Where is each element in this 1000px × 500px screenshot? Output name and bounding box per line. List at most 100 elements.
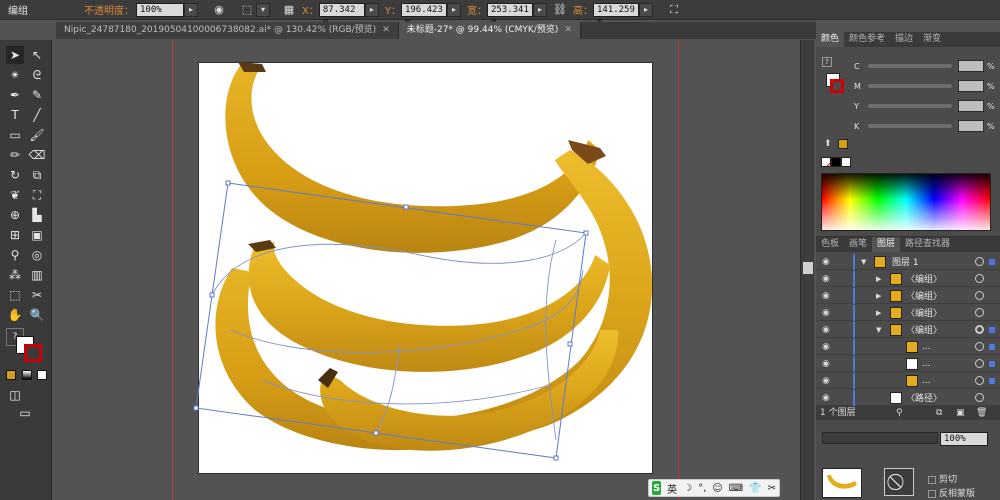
mesh-tool-icon[interactable]: ⊞: [6, 226, 24, 244]
lasso-tool-icon[interactable]: ᘓ: [28, 66, 46, 84]
eraser-tool-icon[interactable]: ⌫: [28, 146, 46, 164]
fill-stroke-swatch[interactable]: [16, 336, 44, 364]
layer-name[interactable]: 〈编组〉: [906, 289, 942, 302]
layer-row[interactable]: ◉ ▶ 〈编组〉: [816, 270, 1000, 287]
invert-mask-checkbox[interactable]: 反相蒙版: [928, 486, 975, 499]
layer-row[interactable]: ◉ ...: [816, 372, 1000, 389]
eye-icon[interactable]: ◉: [822, 342, 830, 352]
target-icon[interactable]: [975, 291, 984, 300]
channel-value-input[interactable]: [958, 60, 984, 72]
y-input[interactable]: 196.423 m: [400, 2, 447, 27]
tab-swatches[interactable]: 色板: [816, 237, 844, 252]
layer-name[interactable]: 〈编组〉: [906, 323, 942, 336]
scrollbar-thumb[interactable]: [803, 262, 813, 274]
ime-logo[interactable]: S: [652, 481, 662, 495]
eye-icon[interactable]: ◉: [822, 274, 830, 284]
layer-row[interactable]: ◉ ...: [816, 338, 1000, 355]
canvas-area[interactable]: [56, 40, 800, 500]
expand-triangle-icon[interactable]: ▼: [861, 258, 866, 266]
tab-gradient[interactable]: 渐变: [918, 32, 946, 47]
layer-name[interactable]: 〈路径〉: [906, 391, 942, 404]
slider-track[interactable]: [868, 64, 952, 68]
anchor-point[interactable]: [403, 204, 409, 210]
color-mode-button[interactable]: [6, 370, 16, 380]
out-of-gamut-icon[interactable]: ⬆: [824, 139, 832, 149]
paintbrush-tool-icon[interactable]: 🖌: [28, 126, 46, 144]
slice-tool-icon[interactable]: ✂: [28, 286, 46, 304]
transparency-opacity-input[interactable]: 100%: [940, 432, 988, 446]
blend-mode-field[interactable]: [822, 432, 938, 444]
eye-icon[interactable]: ◉: [822, 308, 830, 318]
scale-tool-icon[interactable]: ⧉: [28, 166, 46, 184]
new-layer-icon[interactable]: ▣: [956, 406, 965, 420]
eye-icon[interactable]: ◉: [822, 291, 830, 301]
target-icon[interactable]: [975, 274, 984, 283]
layer-row[interactable]: ◉ ▶ 〈编组〉: [816, 287, 1000, 304]
y-stepper-button[interactable]: ▸: [446, 2, 461, 17]
link-proportions-icon[interactable]: ⛓: [551, 2, 569, 18]
color-spectrum[interactable]: [821, 173, 991, 231]
layer-row[interactable]: ◉ ▼ 图层 1: [816, 253, 1000, 270]
mask-button[interactable]: ⃠: [884, 468, 914, 496]
opacity-input[interactable]: 100%: [136, 2, 184, 17]
stroke-swatch[interactable]: [24, 344, 42, 362]
layer-name[interactable]: 〈编组〉: [906, 306, 942, 319]
clip-checkbox[interactable]: 剪切: [928, 472, 957, 485]
zoom-tool-icon[interactable]: 🔍: [28, 306, 46, 324]
channel-value-input[interactable]: [958, 100, 984, 112]
gradient-tool-icon[interactable]: ▣: [28, 226, 46, 244]
x-input[interactable]: 87.342 m: [318, 2, 365, 27]
search-icon[interactable]: ⚲: [896, 406, 903, 420]
anchor-point[interactable]: [209, 292, 215, 298]
target-icon[interactable]: [975, 342, 984, 351]
ime-mode-label[interactable]: 英: [667, 481, 677, 496]
anchor-point[interactable]: [567, 341, 573, 347]
ime-toolbar[interactable]: S 英 ☽ °, ☺ ⌨ 👕 ✂: [648, 479, 780, 497]
selection-indicator[interactable]: [989, 377, 995, 384]
transform-panel-icon[interactable]: ⛶: [665, 2, 683, 18]
target-icon[interactable]: [975, 376, 984, 385]
keyboard-icon[interactable]: ⌨: [729, 483, 743, 494]
type-tool-icon[interactable]: T: [6, 106, 24, 124]
expand-triangle-icon[interactable]: ▶: [876, 309, 881, 317]
hand-tool-icon[interactable]: ✋: [6, 306, 24, 324]
transform-reference-icon[interactable]: ⬚: [238, 2, 256, 18]
line-tool-icon[interactable]: ╱: [28, 106, 46, 124]
gamut-color-swatch[interactable]: [838, 139, 848, 149]
layer-name[interactable]: 图层 1: [892, 255, 919, 268]
target-icon[interactable]: [975, 359, 984, 368]
selection-indicator[interactable]: [989, 360, 995, 367]
layer-row[interactable]: ◉ ...: [816, 355, 1000, 372]
black-slider[interactable]: K%: [854, 119, 995, 133]
close-icon[interactable]: ✕: [564, 25, 572, 35]
banana-back[interactable]: [225, 66, 600, 253]
help-icon[interactable]: ?: [822, 57, 832, 67]
anchor-point[interactable]: [553, 455, 559, 461]
column-graph-tool-icon[interactable]: ▥: [28, 266, 46, 284]
close-icon[interactable]: ✕: [382, 25, 390, 35]
expand-triangle-icon[interactable]: ▼: [876, 326, 881, 334]
width-stepper-button[interactable]: ▸: [532, 2, 547, 17]
black-swatch[interactable]: [831, 157, 841, 167]
selection-indicator[interactable]: [989, 326, 995, 333]
anchor-point[interactable]: [225, 180, 231, 186]
emoji-icon[interactable]: ☺: [712, 483, 722, 494]
eye-icon[interactable]: ◉: [822, 393, 830, 403]
slider-track[interactable]: [868, 84, 952, 88]
perspective-grid-tool-icon[interactable]: ▙: [28, 206, 46, 224]
moon-icon[interactable]: ☽: [683, 483, 692, 494]
selection-tool-icon[interactable]: ➤: [6, 46, 24, 64]
banana-middle[interactable]: [248, 242, 610, 372]
banana-right[interactable]: [380, 150, 653, 447]
expand-triangle-icon[interactable]: ▶: [876, 292, 881, 300]
eye-icon[interactable]: ◉: [822, 376, 830, 386]
banana-artwork[interactable]: [56, 40, 800, 500]
reference-dropdown-button[interactable]: ▾: [256, 2, 270, 17]
height-stepper-button[interactable]: ▸: [638, 2, 653, 17]
layer-name[interactable]: ...: [922, 376, 931, 386]
opacity-dropdown-button[interactable]: ▸: [184, 2, 198, 17]
tab-layers[interactable]: 图层: [872, 237, 901, 252]
symbol-sprayer-tool-icon[interactable]: ⁂: [6, 266, 24, 284]
eye-icon[interactable]: ◉: [822, 325, 830, 335]
rotate-tool-icon[interactable]: ↻: [6, 166, 24, 184]
